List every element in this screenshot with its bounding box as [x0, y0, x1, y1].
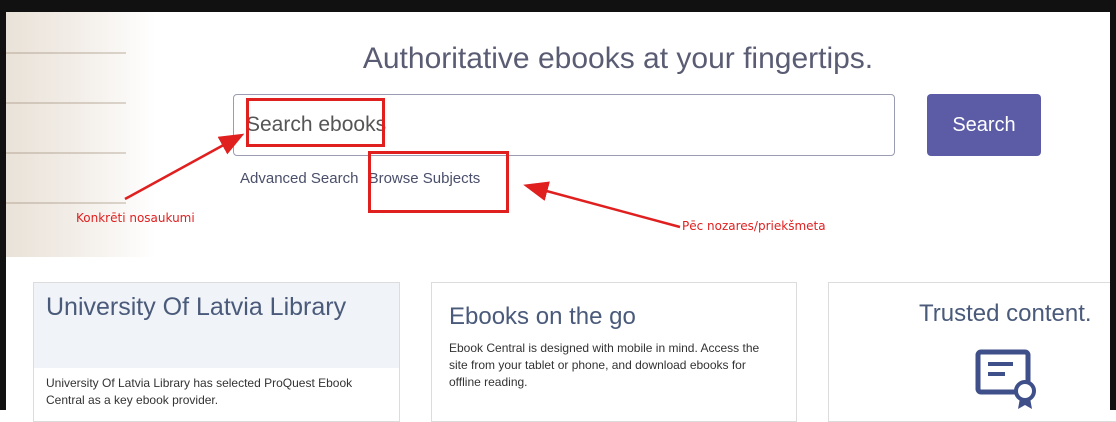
arrow-to-browse — [523, 181, 681, 229]
arrow-to-search — [124, 133, 245, 201]
annotation-arrows — [124, 133, 681, 229]
